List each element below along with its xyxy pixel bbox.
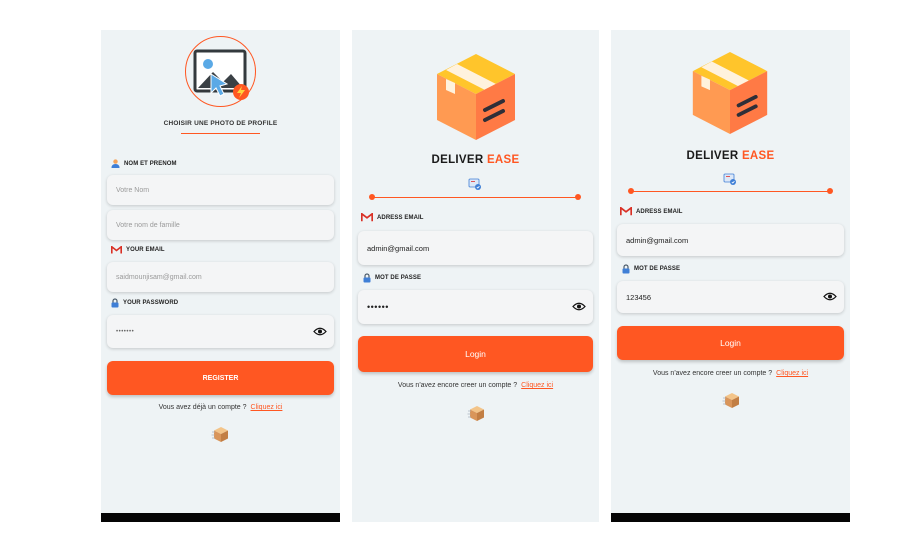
footer-text: Vous avez déjà un compte ? [158, 404, 247, 411]
progress-line [631, 191, 830, 192]
last-name-placeholder: Votre nom de famille [116, 221, 180, 229]
eye-icon[interactable] [823, 292, 837, 301]
last-name-field[interactable]: Votre nom de famille [107, 210, 334, 240]
profile-photo-picker[interactable] [185, 36, 256, 107]
login-badge-icon [468, 178, 481, 190]
logo-box-icon [437, 54, 515, 140]
email-label: ADRESS EMAIL [620, 207, 683, 216]
gmail-icon [620, 207, 632, 216]
password-field[interactable]: 123456 [617, 281, 844, 313]
register-footer: Vous avez déjà un compte ? Cliquez ici [101, 404, 340, 411]
login-screen-hidden: DELIVER EASE ADRESS EMAIL admin@gmail.co… [352, 30, 599, 522]
first-name-placeholder: Votre Nom [116, 186, 150, 194]
email-label: ADRESS EMAIL [361, 213, 424, 222]
password-label: YOUR PASSWORD [111, 298, 178, 308]
page: CHOISIR UNE PHOTO DE PROFILE NOM ET PREN… [0, 0, 915, 543]
password-value: ••••••• [116, 328, 135, 335]
small-box-icon [467, 406, 484, 421]
progress-line [372, 197, 578, 198]
register-button[interactable]: REGISTER [107, 361, 334, 395]
login-footer: Vous n'avez encore creer un compte ? Cliq… [352, 382, 599, 389]
password-label: MOT DE PASSE [363, 273, 421, 283]
footer-text: Vous n'avez encore creer un compte ? [397, 382, 518, 389]
login-button[interactable]: Login [617, 326, 844, 360]
email-value: saidmounjisam@gmail.com [116, 273, 202, 281]
progress-dot-start [628, 188, 634, 194]
password-label: MOT DE PASSE [622, 264, 680, 274]
name-label: NOM ET PRENOM [111, 159, 177, 168]
photo-title-underline [181, 133, 260, 134]
lock-icon [622, 264, 630, 274]
register-link[interactable]: Cliquez ici [776, 370, 808, 377]
password-value: 123456 [626, 292, 652, 302]
footer-text: Vous n'avez encore creer un compte ? [652, 370, 773, 377]
nav-bar [101, 513, 340, 522]
email-field[interactable]: admin@gmail.com [617, 224, 844, 256]
photo-title: CHOISIR UNE PHOTO DE PROFILE [163, 120, 278, 127]
login-badge-icon [723, 173, 736, 185]
first-name-field[interactable]: Votre Nom [107, 175, 334, 205]
add-photo-icon [193, 49, 249, 100]
eye-icon[interactable] [313, 327, 327, 336]
password-field[interactable]: ••••••• [107, 315, 334, 348]
lock-icon [111, 298, 119, 308]
email-value: admin@gmail.com [367, 243, 430, 253]
eye-icon[interactable] [572, 302, 586, 311]
small-box-icon [211, 427, 228, 442]
progress-dot-end [575, 194, 581, 200]
gmail-icon [361, 213, 373, 222]
login-footer: Vous n'avez encore creer un compte ? Cliq… [611, 370, 850, 377]
email-value: admin@gmail.com [626, 235, 689, 245]
brand-title: DELIVER EASE [431, 154, 520, 166]
login-button[interactable]: Login [358, 336, 593, 372]
password-value: •••••• [367, 302, 389, 312]
progress-dot-end [827, 188, 833, 194]
user-icon [111, 159, 120, 168]
small-box-icon [722, 393, 739, 408]
register-screen: CHOISIR UNE PHOTO DE PROFILE NOM ET PREN… [101, 30, 340, 522]
register-link[interactable]: Cliquez ici [521, 382, 553, 389]
brand-title: DELIVER EASE [686, 150, 775, 162]
email-field[interactable]: admin@gmail.com [358, 231, 593, 265]
gmail-icon [111, 246, 122, 254]
lock-icon [363, 273, 371, 283]
logo-box-icon [692, 52, 768, 134]
login-link[interactable]: Cliquez ici [251, 404, 283, 411]
nav-bar [611, 513, 850, 522]
email-label: YOUR EMAIL [111, 246, 165, 254]
progress-dot-start [369, 194, 375, 200]
login-screen-visible: DELIVER EASE ADRESS EMAIL admin@gmail.co… [611, 30, 850, 522]
email-field[interactable]: saidmounjisam@gmail.com [107, 262, 334, 292]
password-field[interactable]: •••••• [358, 290, 593, 324]
